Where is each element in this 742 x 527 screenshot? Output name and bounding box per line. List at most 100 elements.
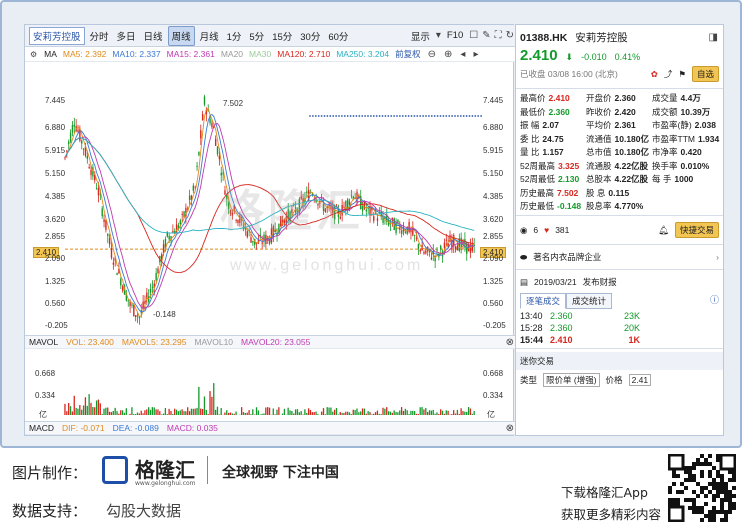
volume-bar — [427, 411, 429, 415]
info-icon[interactable]: ⓘ — [710, 293, 719, 309]
candle-body — [430, 257, 433, 260]
footer-divider — [207, 456, 208, 484]
volume-bar — [281, 413, 284, 415]
period-1min[interactable]: 1分 — [224, 27, 245, 45]
candle-body — [172, 230, 174, 233]
volume-bar — [153, 407, 155, 415]
period-weekly[interactable]: 周线 — [167, 25, 195, 46]
dividend-marker — [367, 115, 369, 117]
period-multiday[interactable]: 多日 — [114, 27, 139, 45]
volume-bar — [114, 407, 116, 415]
volume-bar — [95, 400, 98, 415]
macd-label: MACD — [29, 423, 55, 433]
zoom-out-icon[interactable]: ⊖ — [427, 49, 437, 60]
close-mavol-icon[interactable]: ⊗ — [505, 337, 515, 348]
qr-module — [720, 474, 724, 478]
period-monthly[interactable]: 月线 — [197, 27, 222, 45]
candle-body — [136, 315, 139, 317]
dividend-marker — [378, 115, 381, 117]
volume-bar — [118, 413, 120, 415]
volume-bar — [181, 409, 183, 415]
draw-pen-icon[interactable]: ✎ — [481, 30, 491, 41]
stock-name: 安莉芳控股 — [575, 32, 628, 44]
tag-icon[interactable]: ⚑ — [678, 69, 686, 80]
vol-tick-unit-r: 亿 — [487, 410, 495, 419]
qr-module — [700, 490, 704, 494]
candle-body — [214, 138, 217, 146]
restore-selector[interactable]: 前复权 — [395, 48, 421, 60]
bell-icon[interactable]: 🔔︎ — [658, 225, 669, 236]
volume-bar — [235, 411, 237, 415]
scroll-right-icon[interactable]: ▸ — [472, 49, 479, 60]
qr-module — [704, 486, 708, 490]
volume-bar — [324, 414, 326, 415]
eye-icon[interactable]: ◉ — [520, 225, 527, 236]
refresh-icon[interactable]: ↻ — [505, 30, 515, 41]
stat-value: 2.361 — [614, 120, 636, 130]
stat-label: 市盈率TTM — [652, 133, 695, 144]
period-daily[interactable]: 日线 — [141, 27, 166, 45]
qr-module — [684, 478, 688, 482]
price-input[interactable]: 2.41 — [628, 374, 652, 386]
chart-toolbar: 安莉芳控股 分时 多日 日线 周线 月线 1分 5分 15分 30分 60分 显… — [25, 25, 515, 47]
qr-module — [672, 502, 676, 506]
zoom-in-icon[interactable]: ⊕ — [443, 49, 453, 60]
news-title[interactable]: 发布财报 — [583, 276, 617, 288]
share-icon[interactable]: ⤴ — [664, 68, 673, 80]
stat-cell: 换手率 0.010% — [652, 160, 723, 172]
volume-bar — [335, 407, 338, 415]
period-60min[interactable]: 60分 — [325, 27, 351, 45]
mavol-legend: MAVOL VOL: 23.400 MAVOL5: 23.295 MAVOL10… — [25, 335, 515, 349]
period-intraday[interactable]: 分时 — [87, 27, 112, 45]
price-label: 价格 — [605, 375, 623, 385]
volume-bar — [352, 409, 354, 415]
dividend-marker — [451, 115, 453, 117]
volume-bar — [350, 414, 353, 415]
layout-icon[interactable]: ☐ — [468, 30, 479, 41]
stat-value: 2.360 — [614, 93, 636, 103]
qr-module — [712, 482, 716, 486]
dividend-marker — [352, 115, 355, 117]
chevron-down-icon[interactable]: ▾ — [435, 30, 442, 41]
y-tick-left: 3.620 — [45, 215, 66, 224]
tab-trade-stats[interactable]: 成交统计 — [566, 293, 613, 309]
qr-module — [720, 506, 724, 510]
display-menu[interactable]: 显示 — [408, 27, 433, 45]
fast-trade-button[interactable]: 快捷交易 — [674, 222, 719, 238]
add-watchlist-button[interactable]: 自选 — [691, 66, 719, 82]
volume-bar — [201, 409, 204, 415]
dividend-marker — [338, 115, 340, 117]
volume-bar — [382, 407, 384, 415]
period-5min[interactable]: 5分 — [246, 27, 267, 45]
volume-bar — [358, 412, 360, 415]
panel-toggle-icon[interactable]: ◨ — [708, 32, 719, 43]
qr-module — [696, 482, 700, 486]
f10-button[interactable]: F10 — [444, 28, 466, 43]
volume-bar — [473, 411, 475, 415]
settings-icon[interactable]: ⚙ — [29, 50, 38, 59]
period-15min[interactable]: 15分 — [269, 27, 295, 45]
volume-bar — [347, 411, 349, 415]
close-macd-icon[interactable]: ⊗ — [505, 423, 515, 434]
stock-title-tab[interactable]: 安莉芳控股 — [29, 26, 85, 45]
candle-body — [397, 219, 399, 223]
company-tag[interactable]: 著名内衣品牌企业 — [533, 251, 601, 263]
candle-body — [179, 220, 182, 225]
candle-body — [103, 219, 105, 223]
volume-bar — [466, 411, 468, 415]
scroll-left-icon[interactable]: ◂ — [459, 49, 466, 60]
qr-code-icon[interactable] — [668, 454, 736, 522]
order-type-select[interactable]: 限价单 (增强) — [543, 373, 600, 387]
dividend-marker — [404, 115, 407, 117]
expand-icon[interactable]: ⛶ — [494, 30, 503, 41]
heart-icon[interactable]: ♥ — [544, 225, 549, 235]
candle-body — [211, 123, 213, 128]
chevron-right-icon[interactable]: › — [716, 252, 719, 262]
volume-bar — [120, 410, 122, 415]
period-30min[interactable]: 30分 — [297, 27, 323, 45]
qr-module — [732, 494, 736, 498]
volume-bar — [73, 395, 75, 415]
tab-tick-trades[interactable]: 逐笔成交 — [520, 293, 567, 309]
dividend-marker — [445, 115, 448, 117]
qr-module — [716, 454, 720, 458]
